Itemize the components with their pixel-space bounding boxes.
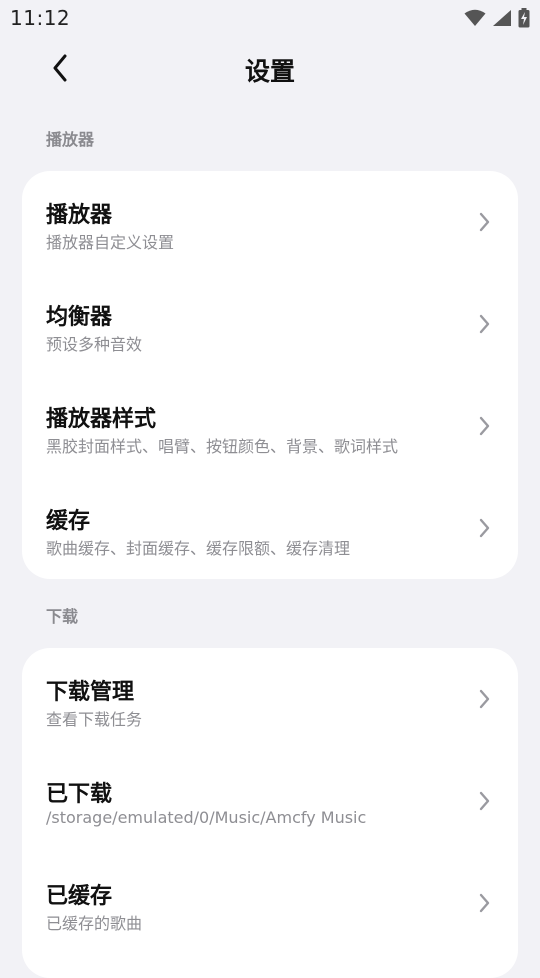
settings-item-downloaded[interactable]: 已下载 /storage/emulated/0/Music/Amcfy Musi…	[22, 750, 518, 852]
settings-item-cached[interactable]: 已缓存 已缓存的歌曲	[22, 852, 518, 954]
chevron-right-icon	[476, 517, 492, 539]
settings-item-title: 均衡器	[46, 305, 113, 330]
settings-item-title: 已缓存	[46, 884, 113, 909]
settings-item-download-manager[interactable]: 下载管理 查看下载任务	[22, 648, 518, 750]
settings-item-subtitle: 已缓存的歌曲	[46, 914, 143, 933]
chevron-right-icon	[476, 790, 492, 812]
page-title: 设置	[244, 57, 295, 86]
signal-icon	[492, 9, 512, 27]
chevron-right-icon	[476, 313, 492, 335]
chevron-right-icon	[476, 688, 492, 710]
settings-item-subtitle: 查看下载任务	[46, 710, 143, 729]
settings-item-title: 播放器	[46, 203, 113, 228]
settings-item-subtitle: 歌曲缓存、封面缓存、缓存限额、缓存清理	[46, 539, 351, 558]
settings-item-title: 缓存	[46, 509, 91, 534]
status-time: 11:12	[10, 6, 71, 30]
settings-item-subtitle: 播放器自定义设置	[46, 233, 175, 252]
status-bar: 11:12	[0, 0, 540, 36]
chevron-right-icon	[476, 892, 492, 914]
settings-item-subtitle: 黑胶封面样式、唱臂、按钮颜色、背景、歌词样式	[46, 437, 399, 456]
settings-item-subtitle: 预设多种音效	[46, 335, 143, 354]
wifi-icon	[464, 9, 486, 27]
section-label-download: 下载	[46, 607, 79, 626]
settings-item-equalizer[interactable]: 均衡器 预设多种音效	[22, 273, 518, 375]
download-settings-card: 下载管理 查看下载任务 已下载 /storage/emulated/0/Musi…	[22, 648, 518, 978]
settings-item-title: 已下载	[46, 782, 113, 807]
status-icons	[464, 8, 530, 28]
settings-item-cache[interactable]: 缓存 歌曲缓存、封面缓存、缓存限额、缓存清理	[22, 477, 518, 579]
section-label-player: 播放器	[46, 130, 95, 149]
settings-item-player-style[interactable]: 播放器样式 黑胶封面样式、唱臂、按钮颜色、背景、歌词样式	[22, 375, 518, 477]
battery-charging-icon	[518, 8, 530, 28]
settings-item-title: 播放器样式	[46, 407, 157, 432]
settings-item-subtitle: /storage/emulated/0/Music/Amcfy Music	[46, 808, 367, 827]
settings-item-player[interactable]: 播放器 播放器自定义设置	[22, 171, 518, 273]
chevron-right-icon	[476, 415, 492, 437]
player-settings-card: 播放器 播放器自定义设置 均衡器 预设多种音效 播放器样式 黑胶封面样式、唱臂、…	[22, 171, 518, 579]
settings-item-title: 下载管理	[46, 680, 135, 705]
header: 设置	[0, 36, 540, 106]
chevron-right-icon	[476, 211, 492, 233]
